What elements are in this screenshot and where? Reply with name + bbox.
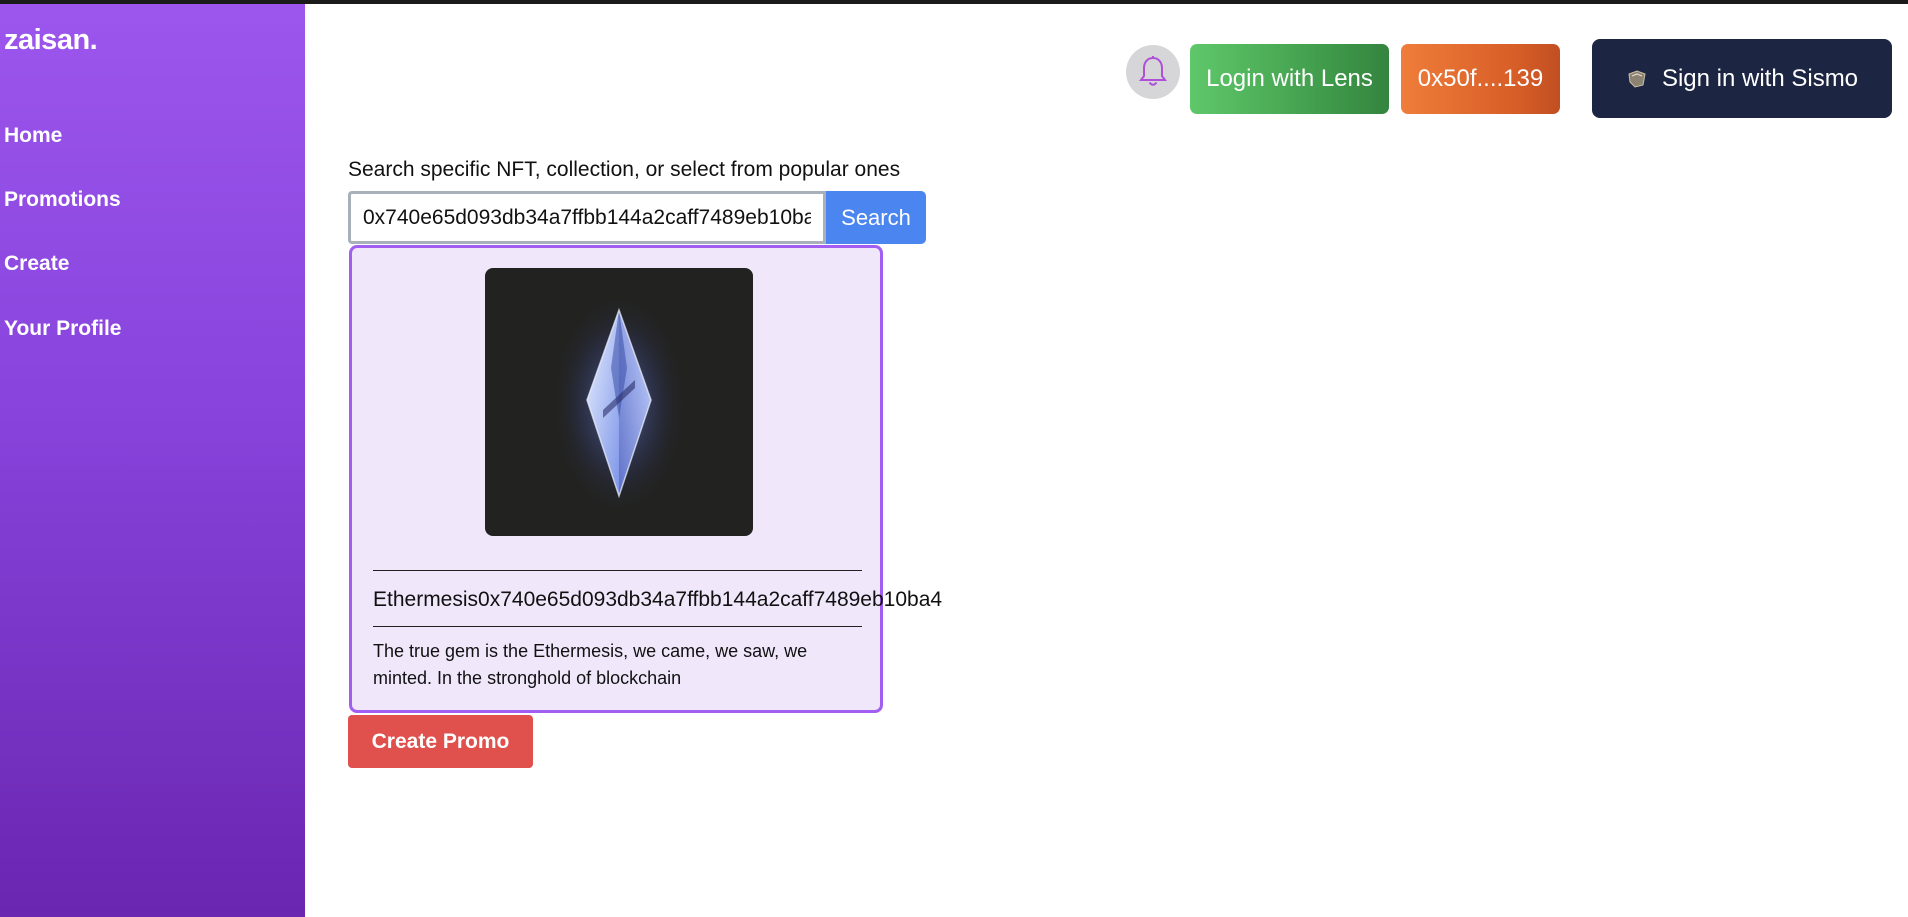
search-input[interactable]	[348, 191, 826, 244]
sismo-label: Sign in with Sismo	[1661, 64, 1859, 92]
sidebar: zaisan. Home Promotions Create Your Prof…	[0, 4, 305, 917]
divider	[373, 626, 862, 627]
nft-result-card[interactable]: Ethermesis0x740e65d093db34a7ffbb144a2caf…	[349, 245, 942, 713]
crystal-icon	[549, 289, 689, 519]
nft-description: The true gem is the Ethermesis, we came,…	[373, 641, 808, 688]
login-with-lens-button[interactable]: Login with Lens	[1190, 44, 1389, 114]
search-button[interactable]: Search	[826, 191, 926, 244]
sidebar-item-promotions[interactable]: Promotions	[4, 188, 121, 212]
bell-icon	[1139, 56, 1167, 86]
divider	[373, 570, 862, 571]
nft-title: Ethermesis0x740e65d093db34a7ffbb144a2caf…	[373, 588, 943, 611]
sidebar-item-create[interactable]: Create	[4, 252, 69, 276]
create-promo-button[interactable]: Create Promo	[348, 715, 533, 768]
notifications-button[interactable]	[1126, 45, 1180, 99]
sidebar-item-home[interactable]: Home	[4, 124, 62, 148]
sidebar-item-your-profile[interactable]: Your Profile	[4, 317, 121, 341]
wallet-address-button[interactable]: 0x50f....139	[1401, 44, 1560, 114]
sign-in-with-sismo-button[interactable]: Sign in with Sismo	[1592, 39, 1892, 118]
nft-image[interactable]	[485, 268, 753, 536]
sismo-logo-icon	[1628, 69, 1646, 88]
logo[interactable]: zaisan.	[4, 24, 98, 57]
search-label: Search specific NFT, collection, or sele…	[348, 158, 901, 181]
